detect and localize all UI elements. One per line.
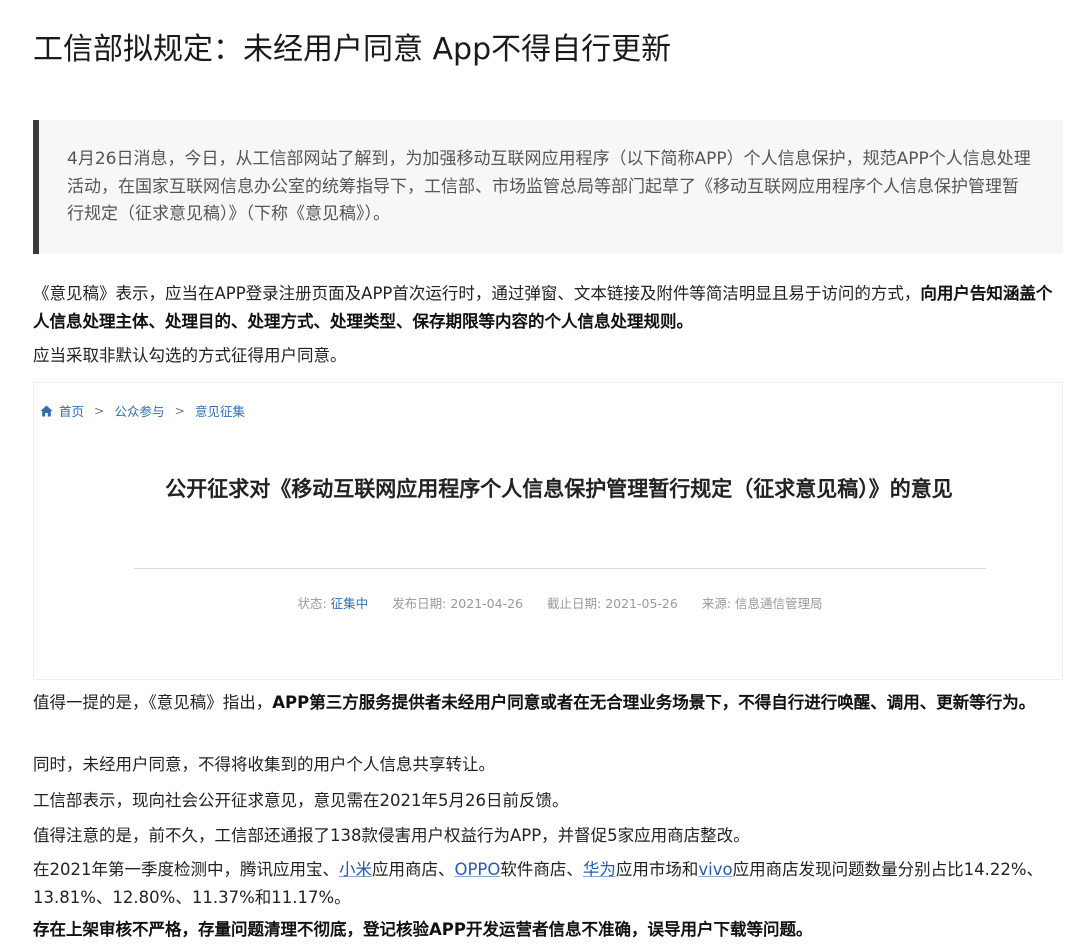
paragraph-third-party-text: 值得一提的是，《意见稿》指出， bbox=[33, 693, 273, 712]
paragraph-third-party: 值得一提的是，《意见稿》指出，APP第三方服务提供者未经用户同意或者在无合理业务… bbox=[33, 689, 1058, 717]
meta-publish-value: 2021-04-26 bbox=[450, 596, 523, 611]
paragraph-third-party-bold: APP第三方服务提供者未经用户同意或者在无合理业务场景下，不得自行进行唤醒、调用… bbox=[272, 693, 1036, 712]
stores-text-3: 软件商店、 bbox=[500, 860, 583, 879]
lead-quote-text: 4月26日消息，今日，从工信部网站了解到，为加强移动互联网应用程序（以下简称AP… bbox=[67, 149, 1031, 224]
meta-status: 状态: 征集中 bbox=[297, 596, 372, 611]
meta-deadline-label: 截止日期: bbox=[546, 596, 602, 611]
breadcrumb-opinion-collection[interactable]: 意见征集 bbox=[195, 401, 245, 420]
stores-text-1: 在2021年第一季度检测中，腾讯应用宝、 bbox=[33, 860, 339, 879]
home-icon bbox=[40, 405, 53, 416]
meta-source-label: 来源: bbox=[701, 596, 732, 611]
paragraph-problems-bold: 存在上架审核不严格，存量问题清理不彻底，登记核验APP开发运营者信息不准确，误导… bbox=[33, 920, 813, 939]
meta-status-label: 状态: bbox=[297, 596, 327, 611]
paragraph-consent: 应当采取非默认勾选的方式征得用户同意。 bbox=[33, 346, 347, 365]
paragraph-rules-text: 《意见稿》表示，应当在APP登录注册页面及APP首次运行时，通过弹窗、文本链接及… bbox=[33, 284, 921, 303]
screenshot-embed: 首页 > 公众参与 > 意见征集 公开征求对《移动互联网应用程序个人信息保护管理… bbox=[33, 382, 1063, 680]
article-title: 工信部拟规定：未经用户同意 App不得自行更新 bbox=[33, 32, 672, 67]
link-xiaomi[interactable]: 小米 bbox=[339, 860, 372, 879]
paragraph-sharing: 同时，未经用户同意，不得将收集到的用户个人信息共享转让。 bbox=[33, 755, 495, 774]
meta-publish-date: 发布日期: 2021-04-26 bbox=[392, 596, 527, 611]
paragraph-feedback: 工信部表示，现向社会公开征求意见，意见需在2021年5月26日前反馈。 bbox=[33, 791, 569, 810]
link-vivo[interactable]: vivo bbox=[698, 860, 732, 879]
paragraph-notice: 值得注意的是，前不久，工信部还通报了138款侵害用户权益行为APP，并督促5家应… bbox=[33, 826, 750, 845]
meta-status-value: 征集中 bbox=[330, 596, 369, 611]
meta-publish-label: 发布日期: bbox=[392, 596, 447, 611]
link-oppo[interactable]: OPPO bbox=[455, 860, 501, 879]
stores-text-2: 应用商店、 bbox=[372, 860, 455, 879]
lead-quote: 4月26日消息，今日，从工信部网站了解到，为加强移动互联网应用程序（以下简称AP… bbox=[33, 120, 1063, 254]
breadcrumb-separator: > bbox=[94, 403, 105, 418]
divider bbox=[134, 568, 986, 569]
paragraph-problems: 存在上架审核不严格，存量问题清理不彻底，登记核验APP开发运营者信息不准确，误导… bbox=[33, 916, 1058, 944]
breadcrumb: 首页 > 公众参与 > 意见征集 bbox=[40, 401, 245, 420]
meta-source: 来源: 信息通信管理局 bbox=[702, 596, 823, 611]
breadcrumb-public-participation[interactable]: 公众参与 bbox=[115, 401, 165, 420]
notice-title: 公开征求对《移动互联网应用程序个人信息保护管理暂行规定（征求意见稿）》的意见 bbox=[165, 477, 953, 501]
breadcrumb-home[interactable]: 首页 bbox=[59, 401, 84, 420]
meta-deadline-value: 2021-05-26 bbox=[605, 596, 678, 611]
paragraph-rules: 《意见稿》表示，应当在APP登录注册页面及APP首次运行时，通过弹窗、文本链接及… bbox=[33, 280, 1058, 336]
meta-source-value: 信息通信管理局 bbox=[735, 596, 823, 611]
notice-meta: 状态: 征集中 发布日期: 2021-04-26 截止日期: 2021-05-2… bbox=[134, 593, 986, 612]
meta-deadline: 截止日期: 2021-05-26 bbox=[547, 596, 682, 611]
link-huawei[interactable]: 华为 bbox=[583, 860, 616, 879]
breadcrumb-separator: > bbox=[174, 403, 185, 418]
stores-text-4: 应用市场和 bbox=[615, 860, 699, 879]
paragraph-stores: 在2021年第一季度检测中，腾讯应用宝、小米应用商店、OPPO软件商店、华为应用… bbox=[33, 856, 1058, 912]
